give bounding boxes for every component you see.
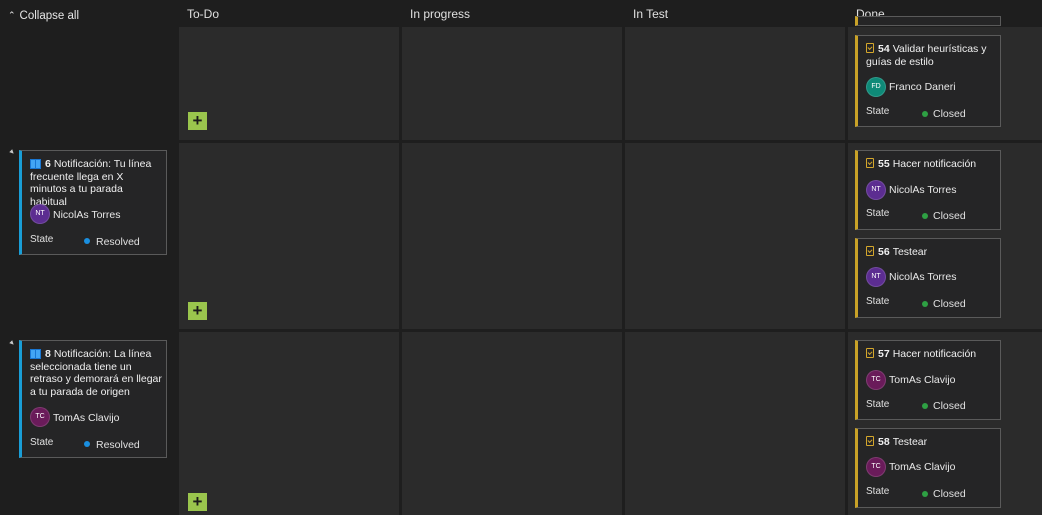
status-dot-icon <box>84 238 90 244</box>
todo-cell-row1 <box>179 27 399 140</box>
state-value[interactable]: Closed <box>933 298 966 310</box>
task-card-55[interactable]: 55 Hacer notificación NT NicolAs Torres S… <box>855 150 1001 230</box>
assignee-name: TomAs Clavijo <box>889 461 956 473</box>
assignee-name: TomAs Clavijo <box>889 374 956 386</box>
avatar: NT <box>866 180 886 200</box>
state-value[interactable]: Closed <box>933 400 966 412</box>
state-label: State <box>866 486 890 497</box>
story-card-title[interactable]: 8 Notificación: La línea seleccionada tie… <box>30 348 162 398</box>
avatar: TC <box>866 370 886 390</box>
state-label: State <box>30 234 54 245</box>
task-card-title[interactable]: 54 Validar heurísticas y guías de estilo <box>866 43 998 68</box>
story-card-8[interactable]: 8 Notificación: La línea seleccionada tie… <box>19 340 167 458</box>
assignee-name: NicolAs Torres <box>53 209 121 221</box>
in-progress-cell-row3 <box>402 332 622 515</box>
status-dot-icon <box>922 491 928 497</box>
todo-cell-row3 <box>179 332 399 515</box>
task-icon <box>866 348 874 358</box>
add-task-button[interactable]: + <box>188 302 207 320</box>
status-dot-icon <box>922 111 928 117</box>
todo-cell-row2 <box>179 143 399 329</box>
state-value[interactable]: Closed <box>933 488 966 500</box>
state-value[interactable]: Resolved <box>96 439 140 451</box>
state-value[interactable]: Resolved <box>96 236 140 248</box>
in-test-cell-row1 <box>625 27 845 140</box>
assignee-name: TomAs Clavijo <box>53 412 120 424</box>
assignee-name: Franco Daneri <box>889 81 956 93</box>
column-header-in-progress[interactable]: In progress <box>410 7 470 21</box>
assignee-name: NicolAs Torres <box>889 271 957 283</box>
state-label: State <box>30 437 54 448</box>
book-icon <box>30 349 41 359</box>
state-value[interactable]: Closed <box>933 108 966 120</box>
add-task-button[interactable]: + <box>188 493 207 511</box>
avatar: TC <box>30 407 50 427</box>
task-card-title[interactable]: 56 Testear <box>866 246 998 259</box>
state-label: State <box>866 399 890 410</box>
avatar: FD <box>866 77 886 97</box>
column-header-todo[interactable]: To-Do <box>187 7 219 21</box>
in-progress-cell-row2 <box>402 143 622 329</box>
status-dot-icon <box>922 213 928 219</box>
add-task-button[interactable]: + <box>188 112 207 130</box>
state-label: State <box>866 106 890 117</box>
task-card-title[interactable]: 58 Testear <box>866 436 998 449</box>
status-dot-icon <box>922 403 928 409</box>
task-card-title[interactable]: 55 Hacer notificación <box>866 158 998 171</box>
task-icon <box>866 158 874 168</box>
avatar: NT <box>30 204 50 224</box>
avatar: NT <box>866 267 886 287</box>
task-card-58[interactable]: 58 Testear TC TomAs Clavijo State Closed <box>855 428 1001 508</box>
story-card-title[interactable]: 6 Notificación: Tu línea frecuente llega … <box>30 158 162 208</box>
state-label: State <box>866 296 890 307</box>
in-progress-cell-row1 <box>402 27 622 140</box>
collapse-all-label: Collapse all <box>19 10 79 22</box>
task-icon <box>866 43 874 53</box>
collapse-all-button[interactable]: ⌃ Collapse all <box>8 10 79 22</box>
in-test-cell-row3 <box>625 332 845 515</box>
assignee-name: NicolAs Torres <box>889 184 957 196</box>
chevron-up-icon: ⌃ <box>8 10 16 20</box>
task-card-56[interactable]: 56 Testear NT NicolAs Torres State Closed <box>855 238 1001 318</box>
status-dot-icon <box>922 301 928 307</box>
column-header-in-test[interactable]: In Test <box>633 7 668 21</box>
expand-row-icon[interactable]: ▼ <box>8 148 18 158</box>
status-dot-icon <box>84 441 90 447</box>
state-label: State <box>866 208 890 219</box>
task-card-54[interactable]: 54 Validar heurísticas y guías de estilo … <box>855 35 1001 127</box>
in-test-cell-row2 <box>625 143 845 329</box>
expand-row-icon[interactable]: ▼ <box>8 339 18 349</box>
task-icon <box>866 436 874 446</box>
task-icon <box>866 246 874 256</box>
avatar: TC <box>866 457 886 477</box>
task-card-title[interactable]: 57 Hacer notificación <box>866 348 998 361</box>
task-card-57[interactable]: 57 Hacer notificación TC TomAs Clavijo St… <box>855 340 1001 420</box>
task-card-partial[interactable] <box>855 16 1001 26</box>
story-card-6[interactable]: 6 Notificación: Tu línea frecuente llega … <box>19 150 167 255</box>
book-icon <box>30 159 41 169</box>
state-value[interactable]: Closed <box>933 210 966 222</box>
